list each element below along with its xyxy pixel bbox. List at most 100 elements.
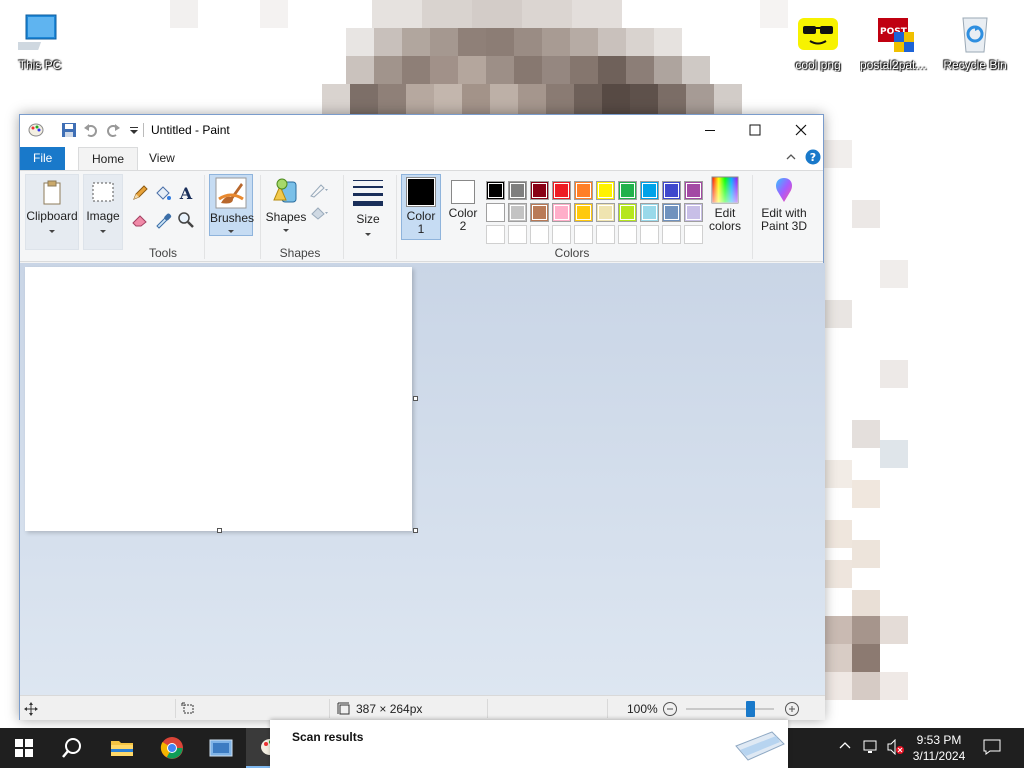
chevron-down-icon <box>210 225 252 238</box>
sunglasses-smiley-icon <box>796 12 840 56</box>
palette-swatch[interactable] <box>618 225 637 244</box>
desktop-icon-this-pc[interactable]: This PC <box>4 12 76 72</box>
fill-shape-button[interactable] <box>308 201 330 223</box>
palette-swatch[interactable] <box>508 181 527 200</box>
save-icon[interactable] <box>61 122 77 138</box>
fill-tool[interactable] <box>152 182 174 204</box>
resize-handle-right[interactable] <box>413 396 418 401</box>
start-button[interactable] <box>0 728 48 768</box>
brushes-label: Brushes <box>210 211 255 225</box>
palette-swatch[interactable] <box>662 203 681 222</box>
zoom-slider-thumb[interactable] <box>745 701 755 717</box>
wallpaper-tile <box>602 84 630 114</box>
palette-swatch[interactable] <box>530 225 549 244</box>
show-hidden-icons-button[interactable] <box>838 739 852 756</box>
network-status-button[interactable] <box>862 739 880 758</box>
wallpaper-tile <box>170 0 198 28</box>
desktop-icon-recycle-bin[interactable]: Recycle Bin <box>939 12 1011 72</box>
palette-swatch[interactable] <box>662 181 681 200</box>
brushes-button[interactable]: Brushes <box>209 174 255 238</box>
palette-swatch[interactable] <box>574 203 593 222</box>
selection-size-icon <box>181 702 195 719</box>
tab-file[interactable]: File <box>20 147 66 170</box>
file-explorer-button[interactable] <box>98 728 146 768</box>
palette-swatch[interactable] <box>618 203 637 222</box>
tab-home[interactable]: Home <box>78 147 139 170</box>
ribbon: Clipboard Image A Tools Brushes Shapes S… <box>20 170 823 262</box>
paint3d-icon <box>770 176 798 204</box>
undo-icon[interactable] <box>83 122 99 138</box>
redo-icon[interactable] <box>105 122 121 138</box>
eraser-tool[interactable] <box>129 209 151 231</box>
color1-swatch <box>406 177 436 207</box>
collapse-ribbon-icon[interactable] <box>785 151 797 166</box>
ribbon-separator <box>343 175 344 259</box>
palette-swatch[interactable] <box>486 181 505 200</box>
palette-swatch[interactable] <box>552 203 571 222</box>
size-label: Size <box>356 212 380 226</box>
maximize-button[interactable] <box>732 115 778 145</box>
minimize-button[interactable] <box>687 115 733 145</box>
palette-swatch[interactable] <box>684 225 703 244</box>
palette-swatch[interactable] <box>640 203 659 222</box>
color2-fill <box>453 182 473 202</box>
action-center-button[interactable] <box>983 738 1001 759</box>
taskbar-app-button[interactable] <box>197 728 245 768</box>
color2-button[interactable]: Color 2 <box>443 174 483 240</box>
size-button[interactable]: Size <box>349 174 387 244</box>
magnifier-tool[interactable] <box>175 209 197 231</box>
chrome-button[interactable] <box>148 728 196 768</box>
text-tool[interactable]: A <box>175 182 197 204</box>
palette-swatch[interactable] <box>508 225 527 244</box>
palette-swatch[interactable] <box>574 181 593 200</box>
palette-swatch[interactable] <box>552 181 571 200</box>
palette-swatch[interactable] <box>662 225 681 244</box>
clock[interactable]: 9:53 PM 3/11/2024 <box>904 732 974 764</box>
palette-swatch-border <box>642 205 657 220</box>
palette-swatch[interactable] <box>684 181 703 200</box>
palette-swatch[interactable] <box>574 225 593 244</box>
palette-swatch[interactable] <box>508 203 527 222</box>
zoom-slider-track[interactable] <box>686 701 774 717</box>
edit-with-paint3d-button[interactable]: Edit with Paint 3D <box>756 174 812 244</box>
paint-app-icon[interactable] <box>28 122 44 138</box>
palette-swatch[interactable] <box>486 225 505 244</box>
palette-swatch[interactable] <box>640 225 659 244</box>
image-button[interactable]: Image <box>83 174 123 250</box>
zoom-out-button[interactable] <box>662 701 678 720</box>
palette-swatch[interactable] <box>596 203 615 222</box>
palette-swatch[interactable] <box>640 181 659 200</box>
desktop-icon-cool-png[interactable]: cool png <box>782 12 854 72</box>
color-picker-tool[interactable] <box>152 209 174 231</box>
shapes-button[interactable]: Shapes <box>264 174 308 244</box>
palette-swatch[interactable] <box>596 181 615 200</box>
palette-swatch[interactable] <box>552 225 571 244</box>
palette-swatch[interactable] <box>596 225 615 244</box>
palette-swatch[interactable] <box>618 181 637 200</box>
edit-colors-button[interactable]: Edit colors <box>703 174 747 244</box>
scan-results-popup[interactable]: Scan results <box>270 720 788 768</box>
customize-toolbar-icon[interactable] <box>126 122 142 138</box>
desktop-icon-postal[interactable]: POST postal2pate... <box>860 12 932 72</box>
resize-handle-bottom[interactable] <box>217 528 222 533</box>
pencil-tool[interactable] <box>129 182 151 204</box>
help-icon[interactable]: ? <box>805 149 821 168</box>
close-button[interactable] <box>778 115 824 145</box>
wallpaper-tile <box>852 540 880 568</box>
resize-handle-corner[interactable] <box>413 528 418 533</box>
search-button[interactable] <box>48 728 96 768</box>
drawing-canvas[interactable] <box>25 267 412 531</box>
image-label: Image <box>86 209 120 223</box>
palette-swatch[interactable] <box>684 203 703 222</box>
ribbon-separator <box>396 175 397 259</box>
clipboard-button[interactable]: Clipboard <box>25 174 79 250</box>
outline-button[interactable] <box>308 179 330 201</box>
palette-swatch[interactable] <box>530 203 549 222</box>
zoom-in-button[interactable] <box>784 701 800 720</box>
color1-button[interactable]: Color 1 <box>401 174 441 240</box>
wallpaper-tile <box>574 84 602 114</box>
volume-button[interactable] <box>886 738 906 758</box>
palette-swatch[interactable] <box>486 203 505 222</box>
tab-view[interactable]: View <box>136 147 188 170</box>
palette-swatch[interactable] <box>530 181 549 200</box>
